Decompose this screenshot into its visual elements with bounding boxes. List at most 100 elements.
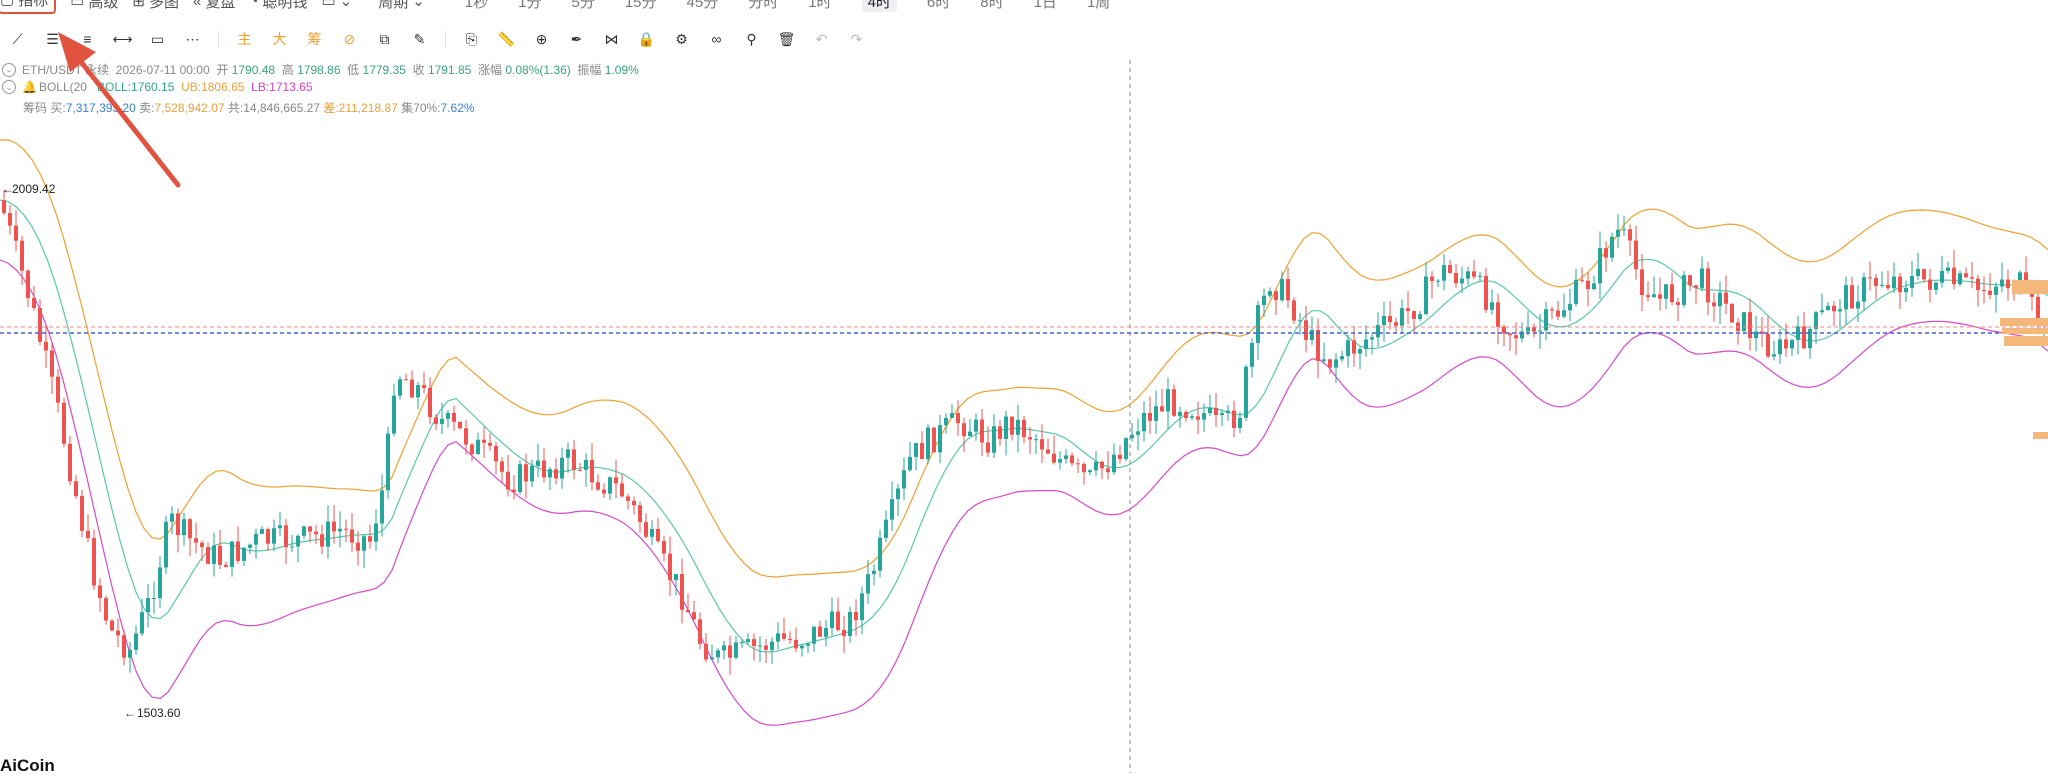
candle-body: [1436, 280, 1440, 282]
candle-body: [1910, 275, 1914, 288]
aicoin-logo: AiCoin: [0, 756, 55, 775]
candle-body: [374, 523, 378, 542]
candle-body: [170, 513, 174, 522]
candle-body: [320, 534, 324, 547]
candle-body: [1202, 413, 1206, 420]
candle-body: [524, 464, 528, 482]
high-price-label: 2009.42: [12, 182, 56, 196]
candle-body: [1718, 292, 1722, 307]
candle-body: [704, 643, 708, 660]
candle-body: [812, 626, 816, 644]
candle-body: [1928, 279, 1932, 290]
boll-lower-line: [0, 259, 2048, 726]
candle-body: [842, 630, 846, 636]
candle-body: [254, 533, 258, 545]
candle-body: [1562, 310, 1566, 317]
candle-body: [332, 521, 336, 532]
candle-body: [44, 341, 48, 351]
candle-body: [1070, 455, 1074, 464]
candle-body: [1484, 275, 1488, 310]
candle-body: [1514, 335, 1518, 339]
candle-body: [674, 574, 678, 581]
candle-body: [1046, 449, 1050, 454]
candle-body: [902, 470, 906, 489]
candle-body: [272, 528, 276, 544]
candle-body: [158, 567, 162, 599]
candle-body: [1952, 267, 1956, 285]
candle-body: [728, 645, 732, 658]
candle-body: [1190, 416, 1194, 418]
candle-body: [632, 500, 636, 506]
candle-body: [230, 541, 234, 567]
candle-body: [2006, 279, 2010, 289]
candle-body: [74, 481, 78, 497]
candle-body: [1850, 285, 1854, 309]
candle-body: [1922, 269, 1926, 280]
candle-body: [1616, 229, 1620, 237]
candle-body: [1034, 439, 1038, 441]
candle-body: [1454, 272, 1458, 284]
candle-body: [1316, 329, 1320, 361]
candle-body: [1112, 454, 1116, 473]
candle-body: [1880, 284, 1884, 286]
candle-body: [932, 427, 936, 453]
candle-body: [968, 431, 972, 437]
candle-body: [1136, 431, 1140, 435]
candle-body: [1748, 312, 1752, 339]
candle-body: [1838, 309, 1842, 312]
candle-body: [176, 513, 180, 536]
candle-body: [1790, 339, 1794, 349]
candle-body: [818, 626, 822, 637]
candle-body: [536, 460, 540, 466]
candle-body: [248, 544, 252, 548]
candle-body: [560, 457, 564, 479]
candle-body: [1274, 291, 1278, 301]
candle-body: [68, 443, 72, 482]
candle-body: [1580, 279, 1584, 281]
candle-body: [1676, 302, 1680, 305]
candle-body: [1634, 240, 1638, 270]
candle-body: [1628, 229, 1632, 241]
candle-body: [56, 376, 60, 403]
candle-body: [1970, 277, 1974, 279]
candle-body: [1622, 229, 1626, 231]
candle-body: [1196, 416, 1200, 420]
candle-body: [1424, 276, 1428, 315]
candle-body: [1292, 300, 1296, 321]
chip-bar: [2000, 318, 2048, 326]
candle-body: [104, 598, 108, 621]
candle-body: [944, 417, 948, 426]
candle-body: [26, 270, 30, 299]
candle-body: [392, 395, 396, 434]
candle-body: [752, 639, 756, 647]
candle-body: [200, 542, 204, 548]
candle-body: [182, 519, 186, 536]
candle-body: [710, 657, 714, 660]
candle-body: [788, 638, 792, 640]
candlestick-chart[interactable]: ← 2009.42 ← 1503.60: [0, 0, 2048, 773]
candle-body: [1820, 310, 1824, 313]
candle-body: [1412, 311, 1416, 319]
candle-body: [440, 418, 444, 424]
candle-body: [1166, 389, 1170, 412]
candle-body: [644, 522, 648, 537]
candle-body: [1994, 286, 1998, 295]
candle-body: [884, 519, 888, 538]
candle-body: [1178, 411, 1182, 416]
candle-body: [1238, 417, 1242, 429]
candle-body: [464, 428, 468, 445]
candle-body: [530, 465, 534, 482]
candle-body: [1304, 320, 1308, 340]
candle-body: [716, 650, 720, 658]
candle-body: [1394, 322, 1398, 326]
candle-body: [668, 553, 672, 581]
candle-body: [746, 639, 750, 642]
candle-body: [1526, 327, 1530, 332]
candle-body: [1778, 339, 1782, 355]
candle-body: [1988, 290, 1992, 295]
candle-body: [1538, 330, 1542, 332]
candle-body: [1148, 412, 1152, 421]
candle-body: [980, 419, 984, 443]
candle-body: [1832, 305, 1836, 312]
candle-body: [1730, 303, 1734, 323]
